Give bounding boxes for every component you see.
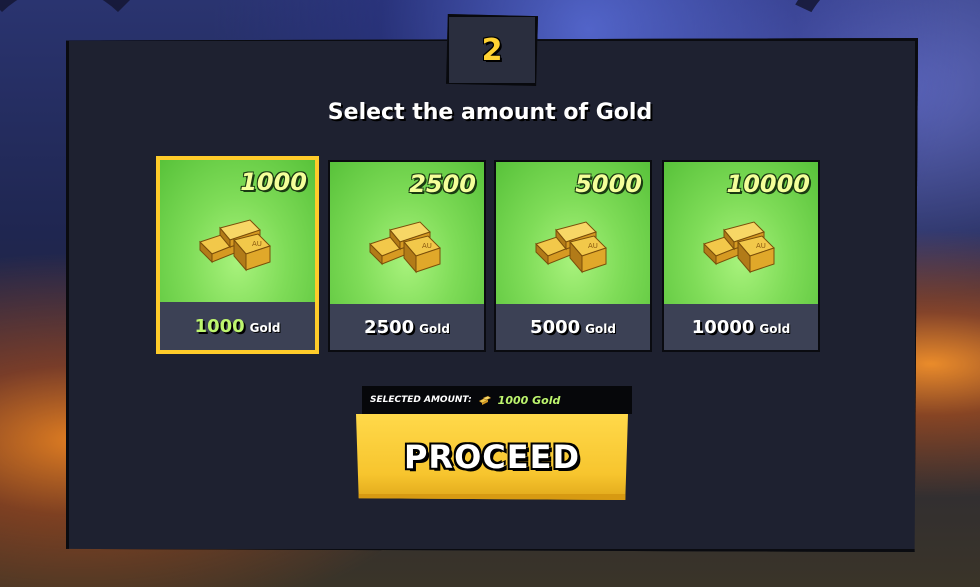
selected-amount-label: SELECTED AMOUNT: [370,395,472,405]
page-title: Select the amount of Gold [327,100,653,125]
proceed-button[interactable]: PROCEED [356,414,628,500]
svg-text:AU: AU [588,242,598,250]
svg-text:AU: AU [756,242,766,250]
card-amount: 5000 [575,170,642,198]
card-label-unit: Gold [419,322,450,336]
gold-option-card[interactable]: 2500 AU 2500 Gold [328,160,486,352]
proceed-button-label: PROCEED [403,438,581,476]
gold-option-card[interactable]: 1000 AU 1000 Gold [156,156,319,354]
card-amount: 2500 [409,170,476,198]
selected-amount-bar: SELECTED AMOUNT: 1000 Gold [362,386,632,414]
card-label-value: 10000 [691,316,755,338]
card-label-value: 2500 [364,316,415,338]
step-number: 2 [481,32,503,68]
card-label-value: 5000 [530,316,581,338]
card-label-unit: Gold [759,322,791,336]
card-label-unit: Gold [249,321,281,335]
step-indicator: 2 [446,14,538,86]
card-label-unit: Gold [585,322,616,336]
gold-bars-icon: AU [369,221,441,274]
gold-bars-icon: AU [535,221,607,274]
gold-bars-icon: AU [199,219,271,272]
card-amount: 10000 [726,170,811,198]
gold-option-card[interactable]: 5000 AU 5000 Gold [494,160,652,352]
card-amount: 1000 [240,168,307,196]
svg-text:AU: AU [252,240,262,248]
card-label-value: 1000 [194,315,245,337]
gold-bars-icon: AU [703,221,775,274]
selected-amount-value: 1000 Gold [497,393,561,407]
gold-option-card[interactable]: 10000 AU 10000 Gold [662,160,820,352]
gold-bars-icon [478,395,492,405]
svg-text:AU: AU [422,242,432,250]
